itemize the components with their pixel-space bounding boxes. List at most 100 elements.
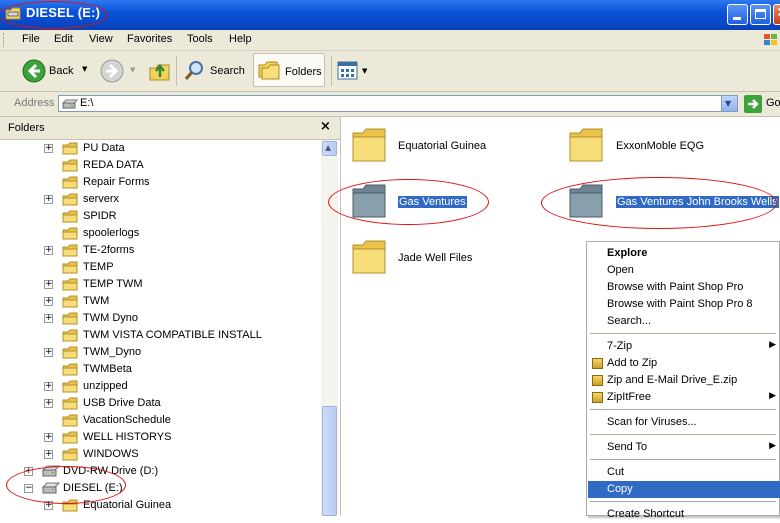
expand-icon[interactable]: +	[44, 246, 53, 255]
expand-icon[interactable]: +	[44, 280, 53, 289]
expand-icon[interactable]: +	[44, 314, 53, 323]
context-menu-item-browse-with-paint-shop-pro[interactable]: Browse with Paint Shop Pro	[588, 279, 780, 296]
context-menu-item-copy[interactable]: Copy	[588, 481, 780, 498]
folder-label: Equatorial Guinea	[398, 140, 487, 152]
context-menu-item-add-to-zip[interactable]: Add to Zip	[588, 355, 780, 372]
search-icon	[184, 61, 203, 80]
expand-icon[interactable]: +	[44, 195, 53, 204]
submenu-arrow-icon: ▶	[769, 340, 776, 350]
forward-dropdown-icon[interactable]: ▼	[130, 66, 135, 74]
scroll-up-button[interactable]: ▲	[322, 141, 337, 156]
folder-item[interactable]: Equatorial Guinea	[349, 125, 549, 165]
context-menu-item-search[interactable]: Search...	[588, 313, 780, 330]
tree-folder-item[interactable]: + unzipped	[0, 378, 320, 395]
folder-icon	[62, 329, 78, 342]
context-menu-item-scan-for-viruses[interactable]: Scan for Viruses...	[588, 414, 780, 431]
submenu-arrow-icon: ▶	[769, 391, 776, 401]
scroll-thumb[interactable]	[322, 406, 337, 516]
expand-icon[interactable]: +	[44, 382, 53, 391]
tree-folder-item[interactable]: + TWM Dyno	[0, 310, 320, 327]
expand-icon[interactable]: +	[44, 348, 53, 357]
zip-mail-icon	[592, 375, 603, 386]
minimize-button[interactable]	[727, 4, 748, 25]
menu-file[interactable]: File	[22, 33, 40, 45]
forward-arrow-icon[interactable]	[100, 59, 124, 83]
menu-view[interactable]: View	[89, 33, 113, 45]
folder-icon	[62, 193, 78, 206]
tree-folder-item[interactable]: TWM VISTA COMPATIBLE INSTALL	[0, 327, 320, 344]
tree-folder-item[interactable]: spoolerlogs	[0, 225, 320, 242]
tree-folder-item[interactable]: + TWM_Dyno	[0, 344, 320, 361]
tree-item-label: serverx	[83, 193, 120, 205]
context-menu-item-cut[interactable]: Cut	[588, 464, 780, 481]
menu-item-label: Explore	[607, 247, 648, 259]
tree-folder-item[interactable]: + PU Data	[0, 140, 320, 157]
menu-edit[interactable]: Edit	[54, 33, 73, 45]
context-menu-item-create-shortcut[interactable]: Create Shortcut	[588, 506, 780, 523]
tree-item-label: WINDOWS	[83, 448, 139, 460]
title-bar[interactable]: DIESEL (E:) ✕	[0, 0, 780, 30]
chevron-up-icon: ▲	[325, 143, 332, 152]
folder-icon	[62, 312, 78, 325]
folder-icon	[352, 240, 386, 274]
menu-tools[interactable]: Tools	[187, 33, 213, 45]
tree-folder-item[interactable]: REDA DATA	[0, 157, 320, 174]
context-menu-item-send-to[interactable]: Send To ▶	[588, 439, 780, 456]
address-dropdown-button[interactable]: ▼	[721, 96, 737, 111]
tree-folder-item[interactable]: + TEMP TWM	[0, 276, 320, 293]
context-menu-item-7-zip[interactable]: 7-Zip ▶	[588, 338, 780, 355]
views-dropdown-icon[interactable]: ▼	[362, 67, 367, 75]
context-menu-item-open[interactable]: Open	[588, 262, 780, 279]
tree-folder-item[interactable]: TWMBeta	[0, 361, 320, 378]
context-menu-item-zipitfree[interactable]: ZipItFree ▶	[588, 389, 780, 406]
folder-item[interactable]: Jade Well Files	[349, 237, 549, 277]
tree-folder-item[interactable]: + TE-2forms	[0, 242, 320, 259]
maximize-button[interactable]	[750, 4, 771, 25]
annotation-ellipse-title	[0, 1, 108, 29]
go-arrow-icon[interactable]	[744, 95, 762, 113]
expand-icon[interactable]: +	[44, 144, 53, 153]
tree-folder-item[interactable]: + TWM	[0, 293, 320, 310]
context-menu-item-zip-and-e-mail-drive-e-zip[interactable]: Zip and E-Mail Drive_E.zip	[588, 372, 780, 389]
menu-help[interactable]: Help	[229, 33, 252, 45]
views-icon[interactable]	[337, 61, 359, 81]
folder-icon	[62, 346, 78, 359]
folders-button[interactable]: Folders	[253, 53, 325, 87]
close-pane-icon[interactable]: ×	[320, 119, 331, 134]
address-input[interactable]: E:\ ▼	[58, 95, 738, 112]
search-button[interactable]: Search	[181, 57, 249, 85]
expand-icon[interactable]: +	[44, 433, 53, 442]
menu-separator	[590, 459, 776, 460]
folder-item[interactable]: ExxonMoble EQG	[566, 125, 766, 165]
back-button[interactable]: Back ▼	[20, 57, 92, 85]
zipitfree-icon	[592, 392, 603, 403]
menu-item-label: Zip and E-Mail Drive_E.zip	[607, 374, 738, 386]
tree-folder-item[interactable]: SPIDR	[0, 208, 320, 225]
expand-icon[interactable]: +	[44, 399, 53, 408]
tree-folder-item[interactable]: + WELL HISTORYS	[0, 429, 320, 446]
grip-handle[interactable]	[3, 33, 7, 47]
address-bar: Address E:\ ▼ Go	[0, 92, 780, 117]
expand-icon[interactable]: +	[44, 297, 53, 306]
go-label[interactable]: Go	[766, 97, 780, 109]
menu-favorites[interactable]: Favorites	[127, 33, 172, 45]
up-folder-icon[interactable]	[148, 59, 172, 83]
tree-folder-item[interactable]: TEMP	[0, 259, 320, 276]
tree-folder-item[interactable]: + serverx	[0, 191, 320, 208]
folder-icon	[62, 448, 78, 461]
submenu-arrow-icon: ▶	[769, 441, 776, 451]
context-menu-item-browse-with-paint-shop-pro-8[interactable]: Browse with Paint Shop Pro 8	[588, 296, 780, 313]
tree-item-label: TWM	[83, 295, 110, 307]
tree-folder-item[interactable]: Repair Forms	[0, 174, 320, 191]
tree-folder-item[interactable]: VacationSchedule	[0, 412, 320, 429]
back-dropdown-icon[interactable]: ▼	[82, 65, 87, 73]
windows-logo-icon	[764, 34, 777, 45]
folder-label: ExxonMoble EQG	[616, 140, 705, 152]
tree-folder-item[interactable]: + USB Drive Data	[0, 395, 320, 412]
context-menu-item-explore[interactable]: Explore	[588, 245, 780, 262]
tree-folder-item[interactable]: + WINDOWS	[0, 446, 320, 463]
tree-item-label: TWM_Dyno	[83, 346, 142, 358]
expand-icon[interactable]: +	[44, 450, 53, 459]
folder-icon	[62, 159, 78, 172]
close-button[interactable]: ✕	[773, 4, 780, 25]
